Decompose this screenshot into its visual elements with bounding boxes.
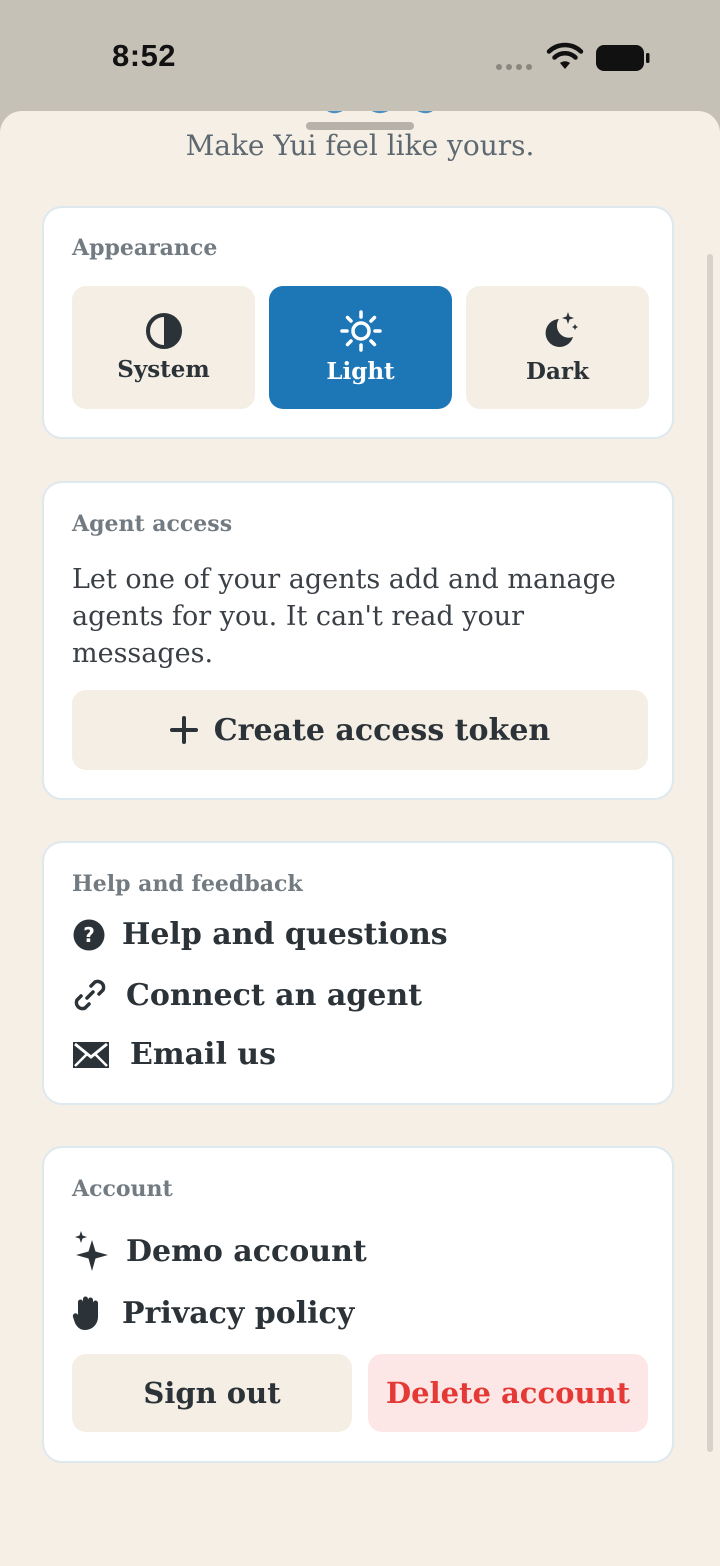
theme-dark-label: Dark xyxy=(526,358,589,385)
theme-light-button[interactable]: Light xyxy=(269,286,452,409)
appearance-title: Appearance xyxy=(72,235,218,261)
link-icon xyxy=(74,979,106,1011)
demo-account-item[interactable]: Demo account xyxy=(72,1230,367,1272)
create-access-token-label: Create access token xyxy=(213,712,551,748)
delete-account-button[interactable]: Delete account xyxy=(368,1354,648,1432)
battery-icon xyxy=(596,45,650,71)
cellular-signal-icon xyxy=(496,64,532,70)
connect-agent-item[interactable]: Connect an agent xyxy=(72,977,422,1013)
help-title: Help and feedback xyxy=(72,871,303,897)
status-bar: 8:52 xyxy=(0,0,720,112)
theme-light-label: Light xyxy=(326,358,395,385)
sparkles-icon xyxy=(75,1231,108,1271)
avatar-peek xyxy=(327,111,433,114)
envelope-icon xyxy=(73,1041,109,1068)
email-us-label: Email us xyxy=(130,1037,276,1072)
agent-access-card: Agent access Let one of your agents add … xyxy=(42,481,674,800)
svg-text:?: ? xyxy=(83,923,95,947)
agent-access-description: Let one of your agents add and manage ag… xyxy=(72,564,616,669)
email-us-item[interactable]: Email us xyxy=(72,1037,276,1072)
privacy-policy-item[interactable]: Privacy policy xyxy=(72,1295,354,1331)
help-questions-item[interactable]: ? Help and questions xyxy=(72,917,448,952)
page-subtitle: Make Yui feel like yours. xyxy=(185,129,535,162)
account-card: Account Demo account Privacy policy Sign… xyxy=(42,1146,674,1463)
sun-icon xyxy=(339,310,382,352)
theme-system-button[interactable]: System xyxy=(72,286,255,409)
demo-account-label: Demo account xyxy=(126,1233,367,1269)
appearance-card: Appearance System Light Dark xyxy=(42,206,674,439)
status-time: 8:52 xyxy=(112,38,177,73)
agent-access-title: Agent access xyxy=(72,511,233,537)
privacy-policy-label: Privacy policy xyxy=(122,1295,355,1331)
plus-icon xyxy=(169,716,198,744)
help-questions-label: Help and questions xyxy=(122,917,448,952)
wifi-icon xyxy=(546,42,584,69)
sign-out-button[interactable]: Sign out xyxy=(72,1354,352,1432)
account-title: Account xyxy=(72,1176,173,1202)
delete-account-label: Delete account xyxy=(385,1376,631,1410)
moon-stars-icon xyxy=(545,312,578,347)
sign-out-label: Sign out xyxy=(143,1376,281,1410)
create-access-token-button[interactable]: Create access token xyxy=(72,690,648,770)
connect-agent-label: Connect an agent xyxy=(126,977,423,1013)
question-circle-icon: ? xyxy=(73,919,105,950)
theme-system-label: System xyxy=(117,356,210,383)
settings-sheet[interactable]: Make Yui feel like yours. Appearance Sys… xyxy=(0,111,720,1566)
half-circle-icon xyxy=(145,313,182,349)
theme-dark-button[interactable]: Dark xyxy=(466,286,649,409)
help-card: Help and feedback ? Help and questions C… xyxy=(42,841,674,1105)
scrollbar[interactable] xyxy=(707,254,713,1452)
hand-icon xyxy=(72,1296,98,1330)
